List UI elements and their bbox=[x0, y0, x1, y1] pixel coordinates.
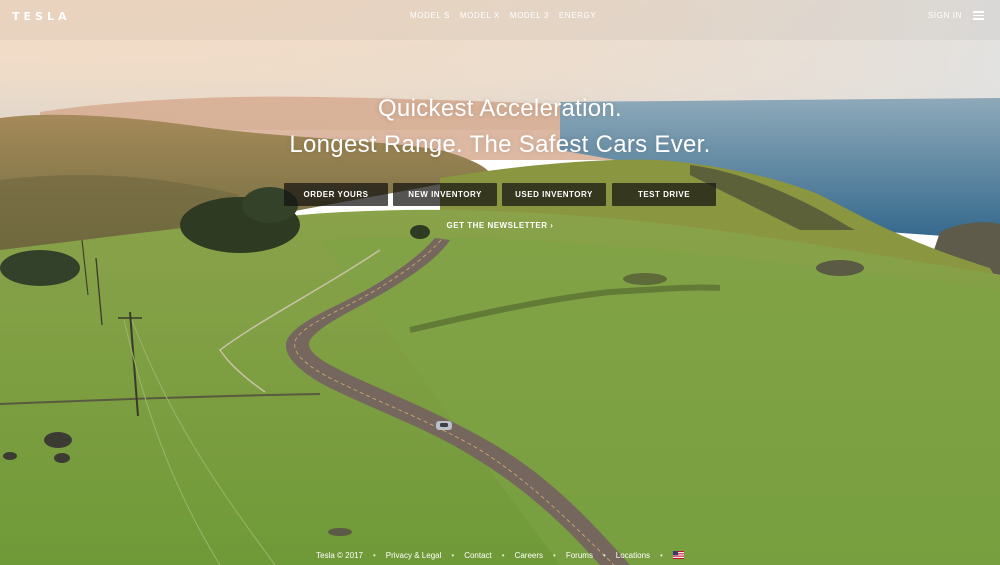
menu-bar-bottom bbox=[973, 18, 984, 20]
footer-link-privacy-legal[interactable]: Privacy & Legal bbox=[386, 551, 442, 560]
hero-background-landscape bbox=[0, 0, 1000, 565]
sign-in-link[interactable]: SIGN IN bbox=[928, 11, 962, 20]
footer-separator: • bbox=[451, 550, 455, 560]
footer-separator: • bbox=[660, 550, 663, 560]
new-inventory-button[interactable]: NEW INVENTORY bbox=[393, 183, 497, 206]
newsletter-link[interactable]: GET THE NEWSLETTER › bbox=[0, 221, 1000, 230]
footer: Tesla © 2017 • Privacy & Legal • Contact… bbox=[0, 549, 1000, 561]
main-nav-links: MODEL S MODEL X MODEL 3 ENERGY bbox=[410, 11, 596, 20]
footer-link-forums[interactable]: Forums bbox=[566, 551, 593, 560]
footer-separator: • bbox=[501, 550, 505, 560]
footer-copyright: Tesla © 2017 bbox=[316, 550, 363, 560]
top-navigation: TESLA MODEL S MODEL X MODEL 3 ENERGY SIG… bbox=[0, 0, 1000, 32]
nav-link-model-3[interactable]: MODEL 3 bbox=[510, 11, 549, 20]
menu-bar-top bbox=[973, 11, 984, 13]
menu-bar-middle bbox=[973, 14, 984, 17]
hero-headline-line-2: Longest Range. The Safest Cars Ever. bbox=[289, 131, 711, 158]
nav-link-energy[interactable]: ENERGY bbox=[559, 11, 596, 20]
footer-link-locations[interactable]: Locations bbox=[616, 551, 650, 560]
order-yours-button[interactable]: ORDER YOURS bbox=[284, 183, 388, 206]
cta-button-row: ORDER YOURS NEW INVENTORY USED INVENTORY… bbox=[284, 183, 716, 206]
tesla-logo[interactable]: TESLA bbox=[12, 10, 70, 23]
nav-link-model-s[interactable]: MODEL S bbox=[410, 11, 450, 20]
footer-link-contact[interactable]: Contact bbox=[464, 551, 492, 560]
hero-headline-line-1: Quickest Acceleration. bbox=[377, 95, 623, 122]
footer-separator: • bbox=[553, 550, 556, 560]
us-flag-icon[interactable] bbox=[672, 551, 684, 559]
hamburger-menu-icon[interactable] bbox=[973, 11, 984, 20]
nav-link-model-x[interactable]: MODEL X bbox=[460, 11, 500, 20]
test-drive-button[interactable]: TEST DRIVE bbox=[612, 183, 716, 206]
tesla-homepage: TESLA MODEL S MODEL X MODEL 3 ENERGY SIG… bbox=[0, 0, 1000, 565]
footer-separator: • bbox=[372, 550, 376, 560]
footer-link-careers[interactable]: Careers bbox=[515, 551, 543, 560]
used-inventory-button[interactable]: USED INVENTORY bbox=[502, 183, 606, 206]
footer-separator: • bbox=[602, 550, 606, 560]
